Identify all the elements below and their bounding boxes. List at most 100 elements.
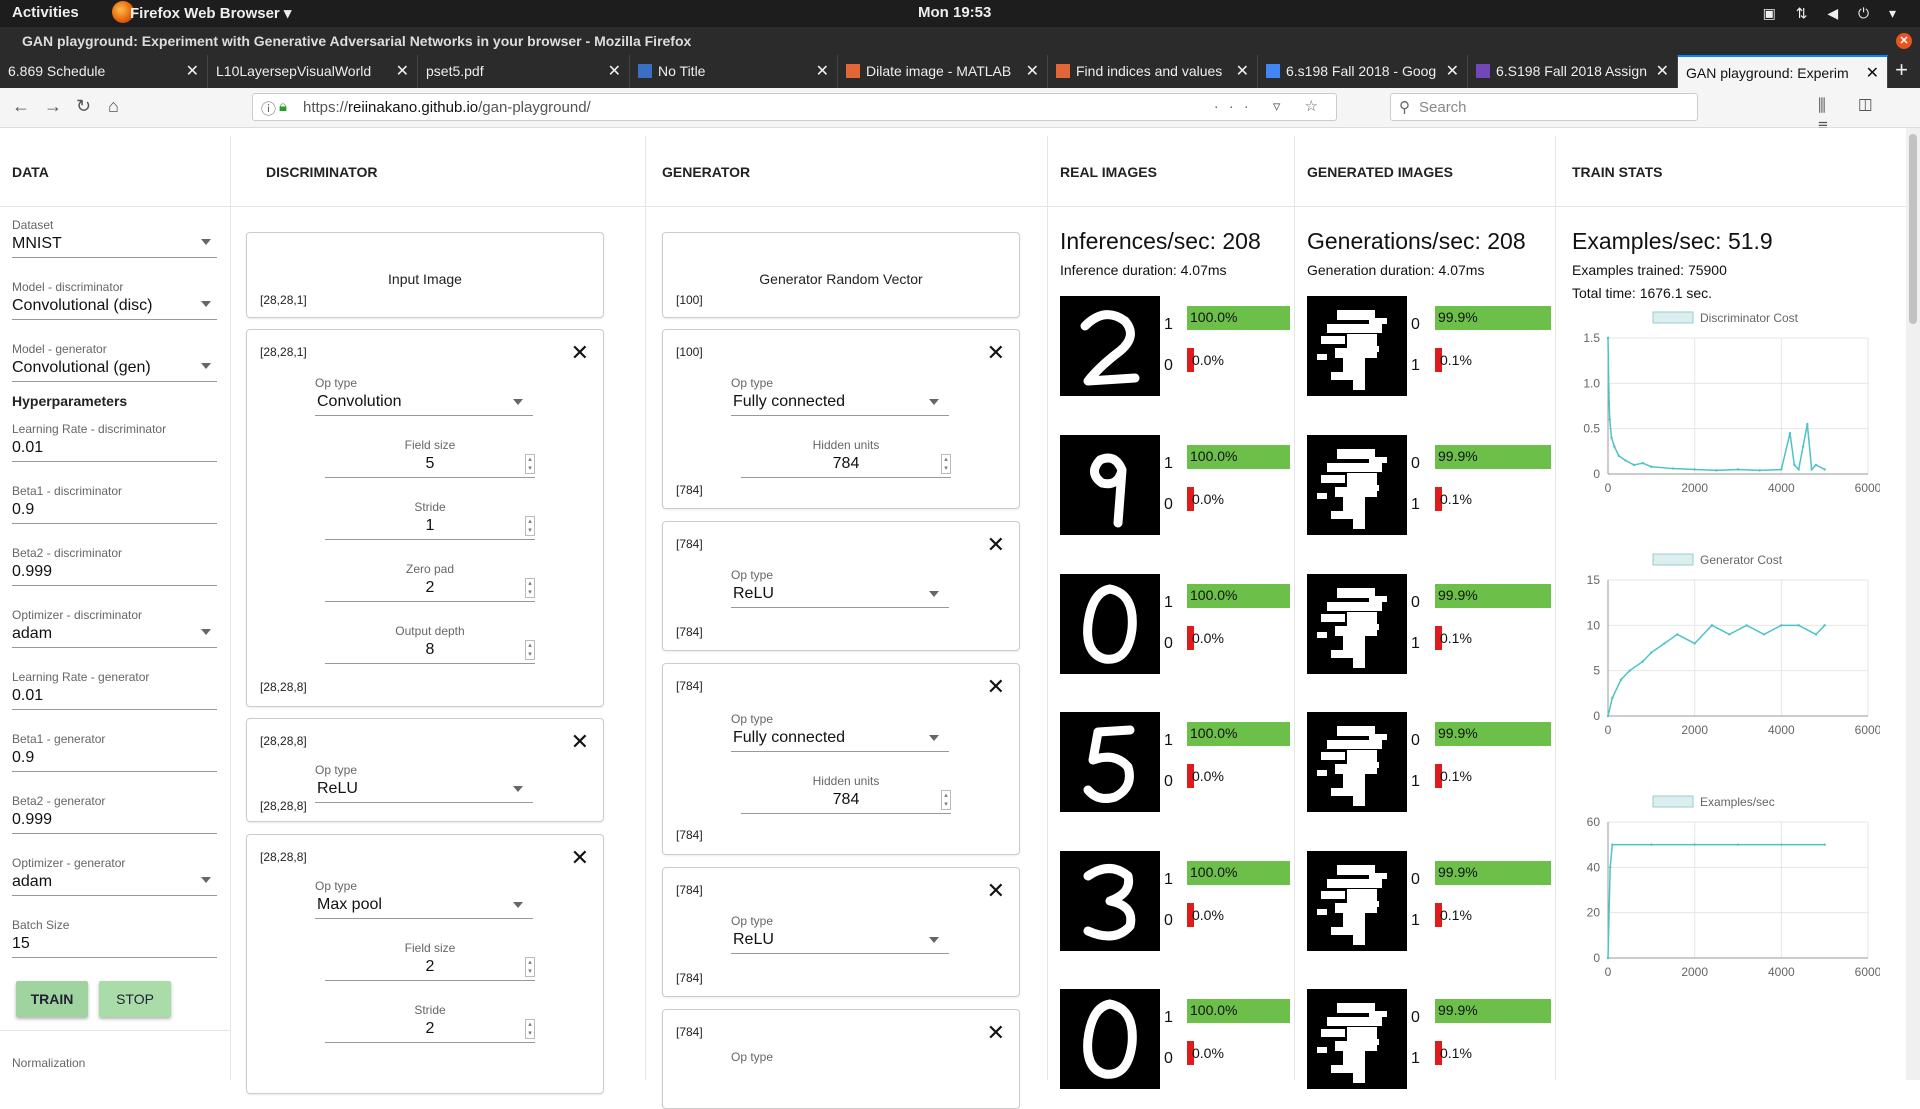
tab-close-icon[interactable]: ✕: [1026, 61, 1039, 81]
remove-layer-icon[interactable]: ✕: [987, 674, 1005, 700]
model-discriminator-select[interactable]: Model - discriminator Convolutional (dis…: [12, 280, 217, 320]
field-value[interactable]: adam: [12, 622, 217, 648]
hidden-units-input[interactable]: Hidden units 784 ▴ ▾: [741, 774, 951, 814]
tab-pset5[interactable]: pset5.pdf ✕: [418, 55, 630, 88]
tab-gan-playground[interactable]: GAN playground: Experim ✕: [1678, 55, 1888, 88]
stepper-icon[interactable]: ▴ ▾: [525, 1019, 535, 1039]
stride-input[interactable]: Stride 2 ▴ ▾: [325, 1003, 535, 1043]
field-value[interactable]: adam: [12, 870, 217, 896]
field-value[interactable]: Convolutional (disc): [12, 294, 217, 320]
beta2-disc-input[interactable]: Beta2 - discriminator 0.999: [12, 546, 217, 586]
field-value[interactable]: 0.9: [12, 498, 217, 524]
forward-icon[interactable]: →: [44, 96, 62, 117]
field-size-input[interactable]: Field size 5 ▴ ▾: [325, 438, 535, 478]
activities-button[interactable]: Activities: [12, 4, 79, 21]
home-icon[interactable]: ⌂: [108, 96, 119, 117]
page-scrollbar[interactable]: [1906, 128, 1920, 1080]
field-value[interactable]: 0.01: [12, 684, 217, 710]
field-value[interactable]: 0.9: [12, 746, 217, 772]
field-value[interactable]: 2 ▴ ▾: [325, 955, 535, 981]
learning-rate-disc-input[interactable]: Learning Rate - discriminator 0.01: [12, 422, 217, 462]
op-type-select[interactable]: Op type Fully connected: [731, 376, 949, 416]
app-menu[interactable]: Firefox Web Browser ▾: [130, 4, 291, 22]
field-value[interactable]: 15: [12, 932, 217, 958]
beta1-disc-input[interactable]: Beta1 - discriminator 0.9: [12, 484, 217, 524]
field-value[interactable]: 2 ▴ ▾: [325, 1017, 535, 1043]
tab-close-icon[interactable]: ✕: [1656, 61, 1669, 81]
field-value[interactable]: 784 ▴ ▾: [741, 452, 951, 478]
reload-icon[interactable]: ↻: [76, 96, 91, 117]
tab-close-icon[interactable]: ✕: [1236, 61, 1249, 81]
info-icon[interactable]: ⓘ: [261, 98, 276, 119]
field-value[interactable]: 0.999: [12, 808, 217, 834]
field-value[interactable]: Convolution: [315, 390, 533, 416]
field-value[interactable]: 2 ▴ ▾: [325, 576, 535, 602]
field-value[interactable]: ReLU: [315, 777, 533, 803]
tab-close-icon[interactable]: ✕: [396, 61, 409, 81]
back-icon[interactable]: ←: [12, 96, 30, 117]
op-type-select[interactable]: Op type ReLU: [315, 763, 533, 803]
remove-layer-icon[interactable]: ✕: [571, 845, 589, 871]
clock[interactable]: Mon 19:53: [918, 4, 991, 21]
op-type-select[interactable]: Op type: [731, 1050, 949, 1064]
page-actions-icon[interactable]: ··· ▿ ☆: [1214, 97, 1328, 115]
stepper-icon[interactable]: ▴ ▾: [525, 516, 535, 536]
tab-no-title[interactable]: No Title ✕: [630, 55, 838, 88]
optimizer-disc-select[interactable]: Optimizer - discriminator adam: [12, 608, 217, 648]
tab-6s198-assign[interactable]: 6.S198 Fall 2018 Assign ✕: [1468, 55, 1678, 88]
batch-size-input[interactable]: Batch Size 15: [12, 918, 217, 958]
tab-close-icon[interactable]: ✕: [608, 61, 621, 81]
search-input[interactable]: ⚲ Search: [1390, 93, 1698, 121]
stepper-icon[interactable]: ▴ ▾: [525, 640, 535, 660]
field-value[interactable]: ReLU: [731, 582, 949, 608]
remove-layer-icon[interactable]: ✕: [571, 729, 589, 755]
window-close-icon[interactable]: ✕: [1896, 33, 1912, 49]
remove-layer-icon[interactable]: ✕: [987, 878, 1005, 904]
op-type-select[interactable]: Op type Max pool: [315, 879, 533, 919]
tab-close-icon[interactable]: ✕: [816, 61, 829, 81]
field-value[interactable]: 784 ▴ ▾: [741, 788, 951, 814]
zero-pad-input[interactable]: Zero pad 2 ▴ ▾: [325, 562, 535, 602]
tab-6s198-google-doc[interactable]: 6.s198 Fall 2018 - Goog ✕: [1258, 55, 1468, 88]
train-button[interactable]: TRAIN: [16, 981, 88, 1017]
stepper-icon[interactable]: ▴ ▾: [525, 957, 535, 977]
field-size-input[interactable]: Field size 2 ▴ ▾: [325, 941, 535, 981]
stepper-icon[interactable]: ▴ ▾: [941, 790, 951, 810]
remove-layer-icon[interactable]: ✕: [987, 532, 1005, 558]
op-type-select[interactable]: Op type ReLU: [731, 568, 949, 608]
beta2-gen-input[interactable]: Beta2 - generator 0.999: [12, 794, 217, 834]
optimizer-gen-select[interactable]: Optimizer - generator adam: [12, 856, 217, 896]
field-value[interactable]: 0.999: [12, 560, 217, 586]
stride-input[interactable]: Stride 1 ▴ ▾: [325, 500, 535, 540]
tab-find-indices[interactable]: Find indices and values ✕: [1048, 55, 1258, 88]
dataset-select[interactable]: Dataset MNIST: [12, 218, 217, 258]
stepper-icon[interactable]: ▴ ▾: [941, 454, 951, 474]
stepper-icon[interactable]: ▴ ▾: [525, 578, 535, 598]
tab-6869-schedule[interactable]: 6.869 Schedule ✕: [0, 55, 208, 88]
tab-dilate-image[interactable]: Dilate image - MATLAB ✕: [838, 55, 1048, 88]
field-value[interactable]: Convolutional (gen): [12, 356, 217, 382]
tab-close-icon[interactable]: ✕: [1866, 63, 1879, 83]
url-bar[interactable]: ⓘ 🔒︎ https://reiinakano.github.io/gan-pl…: [252, 93, 1337, 121]
op-type-select[interactable]: Op type ReLU: [731, 914, 949, 954]
tab-close-icon[interactable]: ✕: [1446, 61, 1459, 81]
learning-rate-gen-input[interactable]: Learning Rate - generator 0.01: [12, 670, 217, 710]
beta1-gen-input[interactable]: Beta1 - generator 0.9: [12, 732, 217, 772]
model-generator-select[interactable]: Model - generator Convolutional (gen): [12, 342, 217, 382]
system-tray-icons[interactable]: ▣ ⇅ ◀ ⏻ ▾: [1763, 5, 1904, 22]
hidden-units-input[interactable]: Hidden units 784 ▴ ▾: [741, 438, 951, 478]
field-value[interactable]: Fully connected: [731, 390, 949, 416]
remove-layer-icon[interactable]: ✕: [571, 340, 589, 366]
field-value[interactable]: 0.01: [12, 436, 217, 462]
tab-l10layersep[interactable]: L10LayersepVisualWorld ✕: [208, 55, 418, 88]
output-depth-input[interactable]: Output depth 8 ▴ ▾: [325, 624, 535, 664]
remove-layer-icon[interactable]: ✕: [987, 1020, 1005, 1046]
field-value[interactable]: ReLU: [731, 928, 949, 954]
field-value[interactable]: 8 ▴ ▾: [325, 638, 535, 664]
field-value[interactable]: 1 ▴ ▾: [325, 514, 535, 540]
field-value[interactable]: MNIST: [12, 232, 217, 258]
remove-layer-icon[interactable]: ✕: [987, 340, 1005, 366]
field-value[interactable]: 5 ▴ ▾: [325, 452, 535, 478]
stop-button[interactable]: STOP: [99, 981, 171, 1017]
field-value[interactable]: Fully connected: [731, 726, 949, 752]
